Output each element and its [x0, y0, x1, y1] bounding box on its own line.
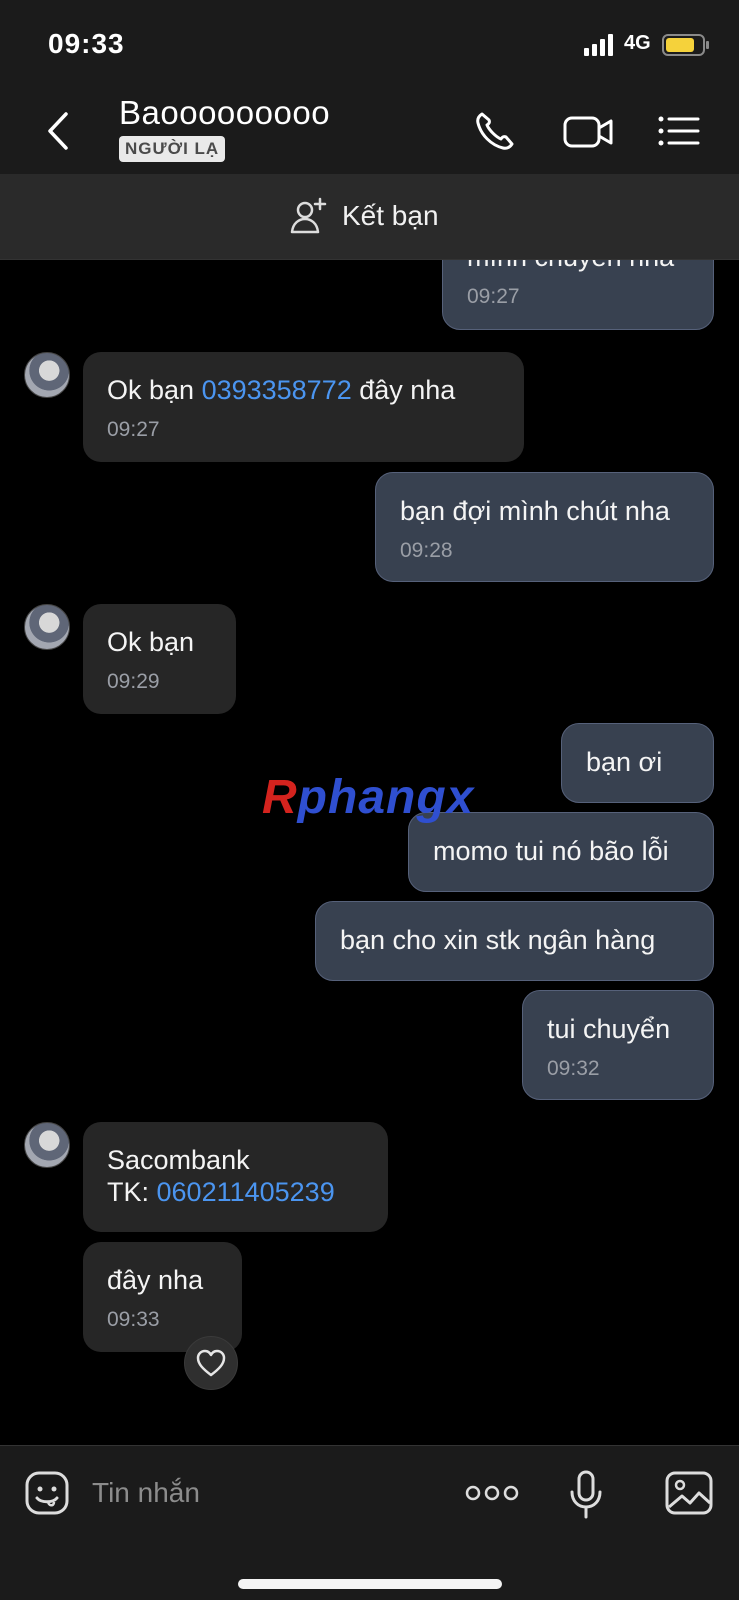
- message-input[interactable]: [92, 1468, 422, 1518]
- message-text: TK:: [107, 1177, 157, 1207]
- message-incoming[interactable]: Ok bạn 0393358772 đây nha 09:27: [83, 352, 524, 462]
- image-icon[interactable]: [664, 1470, 714, 1516]
- heart-icon: [196, 1349, 226, 1377]
- list-icon[interactable]: [656, 108, 702, 154]
- message-text: momo tui nó bão lỗi: [433, 836, 669, 866]
- composer-bar: [0, 1445, 739, 1600]
- message-outgoing[interactable]: mình chuyển nha 09:27: [442, 260, 714, 330]
- battery-icon: [662, 34, 709, 56]
- message-text: đây nha: [107, 1265, 204, 1295]
- add-friend-label: Kết bạn: [342, 200, 439, 231]
- more-icon[interactable]: [465, 1478, 519, 1508]
- message-time: 09:32: [547, 1057, 600, 1080]
- stranger-badge: NGƯỜI LẠ: [119, 136, 226, 162]
- video-icon[interactable]: [562, 108, 614, 154]
- phone-icon[interactable]: [472, 108, 518, 154]
- microphone-icon[interactable]: [568, 1470, 604, 1520]
- message-text: Sacombank: [107, 1145, 250, 1175]
- phone-link[interactable]: 0393358772: [202, 375, 352, 405]
- message-time: 09:27: [107, 418, 160, 441]
- message-time: 09:29: [107, 670, 160, 693]
- avatar[interactable]: [24, 1122, 70, 1168]
- home-indicator[interactable]: [238, 1579, 502, 1589]
- message-time: 09:27: [467, 285, 520, 308]
- message-list[interactable]: mình chuyển nha 09:27 Ok bạn 0393358772 …: [0, 260, 739, 1445]
- message-text: bạn cho xin stk ngân hàng: [340, 925, 656, 955]
- chat-header: Baooooooooo NGƯỜI LẠ: [0, 88, 739, 174]
- message-outgoing[interactable]: bạn ơi: [561, 723, 714, 803]
- add-friend-bar[interactable]: Kết bạn: [0, 174, 739, 260]
- message-incoming[interactable]: đây nha 09:33: [83, 1242, 242, 1352]
- message-text: mình chuyển nha: [467, 260, 674, 272]
- watermark-logo: Rphangx: [262, 771, 475, 824]
- message-text: Ok bạn: [107, 627, 195, 657]
- avatar[interactable]: [24, 352, 70, 398]
- message-time: 09:28: [400, 539, 453, 562]
- message-text: Ok bạn: [107, 375, 202, 405]
- status-time: 09:33: [48, 28, 125, 59]
- message-text: tui chuyển: [547, 1014, 671, 1044]
- avatar[interactable]: [24, 604, 70, 650]
- message-outgoing[interactable]: bạn cho xin stk ngân hàng: [315, 901, 714, 981]
- message-outgoing[interactable]: tui chuyển 09:32: [522, 990, 714, 1100]
- message-text: bạn ơi: [586, 747, 663, 777]
- emoji-icon[interactable]: [24, 1470, 70, 1516]
- contact-name[interactable]: Baooooooooo: [119, 94, 330, 132]
- message-text: bạn đợi mình chút nha: [400, 496, 670, 526]
- message-incoming[interactable]: Ok bạn 09:29: [83, 604, 236, 714]
- chevron-left-icon[interactable]: [40, 108, 80, 154]
- message-outgoing[interactable]: bạn đợi mình chút nha 09:28: [375, 472, 714, 582]
- status-bar: 09:33 4G: [0, 0, 739, 88]
- message-text: đây nha: [351, 375, 456, 405]
- network-type: 4G: [624, 32, 651, 54]
- heart-react-button[interactable]: [184, 1336, 238, 1390]
- message-incoming[interactable]: Sacombank TK: 060211405239: [83, 1122, 388, 1232]
- message-time: 09:33: [107, 1308, 160, 1331]
- add-user-icon: [290, 197, 327, 234]
- signal-icon: [584, 34, 613, 56]
- account-number-link[interactable]: 060211405239: [157, 1177, 335, 1207]
